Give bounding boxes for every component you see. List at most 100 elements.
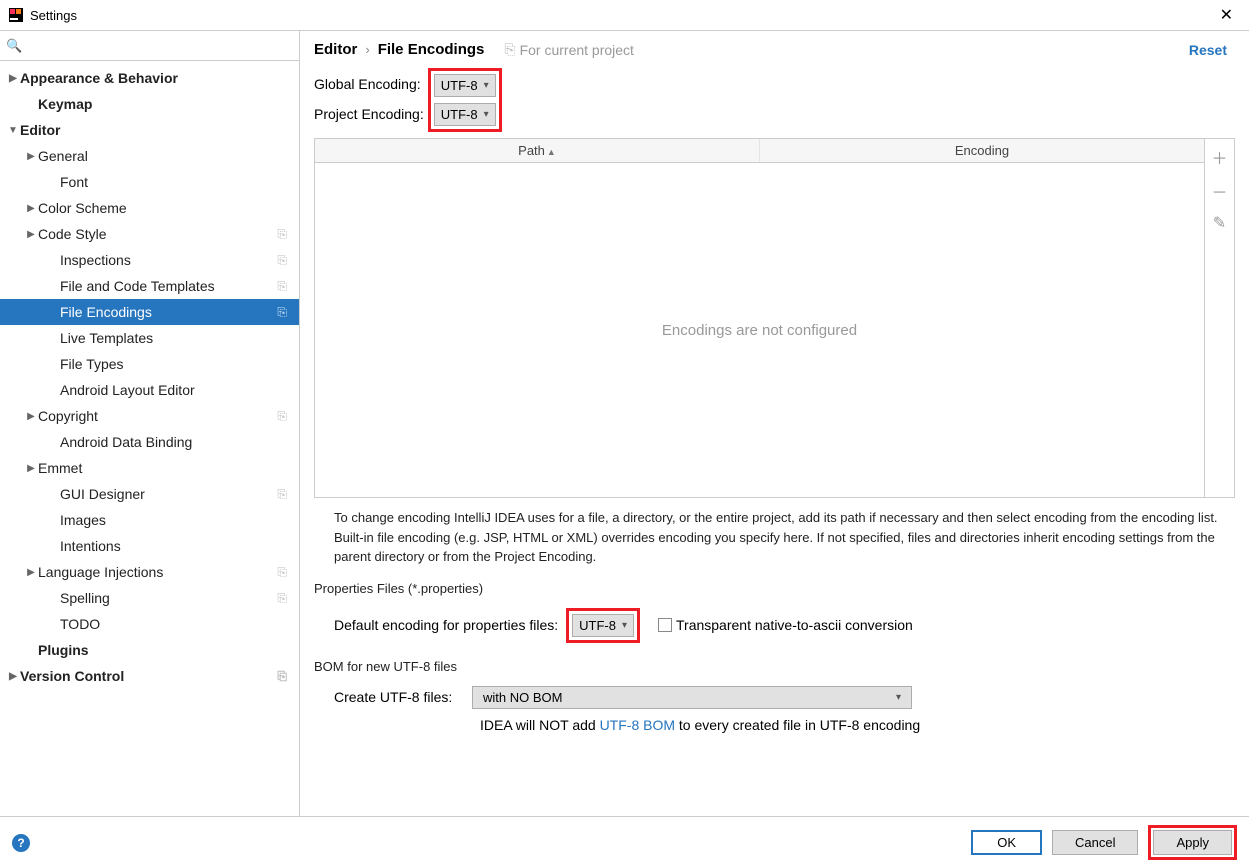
chevron-down-icon: ▾ — [622, 620, 627, 631]
close-icon[interactable]: ✕ — [1212, 5, 1241, 25]
for-current-project: ⎘For current project — [504, 41, 634, 58]
col-path[interactable]: Path▲ — [315, 139, 760, 162]
tree-item-todo[interactable]: TODO — [0, 611, 299, 637]
tree-item-file-types[interactable]: File Types — [0, 351, 299, 377]
tree-item-color-scheme[interactable]: ▶Color Scheme — [0, 195, 299, 221]
chevron-right-icon: ▶ — [6, 671, 20, 682]
tree-item-label: File Encodings — [60, 304, 152, 320]
tree-item-android-layout-editor[interactable]: Android Layout Editor — [0, 377, 299, 403]
tree-item-label: Images — [60, 512, 106, 528]
chevron-down-icon: ▾ — [484, 109, 489, 120]
tree-item-label: Copyright — [38, 408, 98, 424]
search-icon: 🔍 — [6, 38, 22, 54]
help-text: To change encoding IntelliJ IDEA uses fo… — [300, 498, 1249, 579]
app-icon — [8, 7, 24, 23]
search-input[interactable] — [26, 35, 293, 56]
create-utf8-select[interactable]: with NO BOM▾ — [472, 686, 912, 709]
reset-link[interactable]: Reset — [1189, 42, 1227, 58]
tree-item-label: GUI Designer — [60, 486, 145, 502]
project-badge-icon: ⎘ — [277, 669, 287, 684]
breadcrumb-part1: Editor — [314, 41, 357, 58]
tree-item-emmet[interactable]: ▶Emmet — [0, 455, 299, 481]
remove-row-icon[interactable]: － — [1211, 179, 1227, 203]
table-empty-text: Encodings are not configured — [315, 163, 1204, 497]
tree-item-keymap[interactable]: Keymap — [0, 91, 299, 117]
tree-item-label: Language Injections — [38, 564, 163, 580]
window-title: Settings — [30, 8, 77, 23]
tree-item-live-templates[interactable]: Live Templates — [0, 325, 299, 351]
bom-section-label: BOM for new UTF-8 files — [300, 657, 1249, 676]
tree-item-label: Keymap — [38, 96, 92, 112]
global-encoding-label: Global Encoding: — [314, 76, 424, 92]
tree-item-label: Color Scheme — [38, 200, 127, 216]
tree-item-images[interactable]: Images — [0, 507, 299, 533]
tree-item-appearance-behavior[interactable]: ▶Appearance & Behavior — [0, 65, 299, 91]
tree-item-intentions[interactable]: Intentions — [0, 533, 299, 559]
main-panel: Editor › File Encodings ⎘For current pro… — [300, 31, 1249, 816]
utf8-bom-link[interactable]: UTF-8 BOM — [600, 717, 675, 733]
chevron-down-icon: ▼ — [6, 125, 20, 136]
tree-item-label: Intentions — [60, 538, 121, 554]
tree-item-plugins[interactable]: Plugins — [0, 637, 299, 663]
chevron-right-icon: ▶ — [24, 229, 38, 240]
breadcrumb-part2: File Encodings — [378, 41, 485, 58]
chevron-right-icon: ▶ — [24, 411, 38, 422]
project-badge-icon: ⎘ — [277, 253, 287, 268]
tree-item-font[interactable]: Font — [0, 169, 299, 195]
tree-item-label: Spelling — [60, 590, 110, 606]
sidebar: 🔍 ▶Appearance & BehaviorKeymap▼Editor▶Ge… — [0, 31, 300, 816]
tree-item-label: General — [38, 148, 88, 164]
project-badge-icon: ⎘ — [277, 487, 287, 502]
title-bar: Settings ✕ — [0, 0, 1249, 30]
tree-item-label: Plugins — [38, 642, 89, 658]
tree-item-spelling[interactable]: Spelling ⎘ — [0, 585, 299, 611]
default-props-encoding-select[interactable]: UTF-8▾ — [572, 614, 634, 637]
chevron-down-icon: ▾ — [484, 80, 489, 91]
tree-item-label: Editor — [20, 122, 60, 138]
tree-item-label: Version Control — [20, 668, 124, 684]
tree-item-file-encodings[interactable]: File Encodings⎘ — [0, 299, 299, 325]
project-encoding-select[interactable]: UTF-8▾ — [434, 103, 496, 126]
chevron-right-icon: ▶ — [6, 73, 20, 84]
apply-button[interactable]: Apply — [1153, 830, 1232, 855]
project-badge-icon: ⎘ — [277, 591, 287, 606]
tree-item-label: Emmet — [38, 460, 82, 476]
tree-item-label: File Types — [60, 356, 124, 372]
col-encoding[interactable]: Encoding — [760, 139, 1204, 162]
chevron-right-icon: › — [365, 42, 369, 57]
tree-item-label: Live Templates — [60, 330, 153, 346]
chevron-right-icon: ▶ — [24, 463, 38, 474]
project-badge-icon: ⎘ — [277, 565, 287, 580]
tree-item-general[interactable]: ▶General — [0, 143, 299, 169]
project-badge-icon: ⎘ — [277, 227, 287, 242]
tree-item-file-and-code-templates[interactable]: File and Code Templates⎘ — [0, 273, 299, 299]
tree-item-inspections[interactable]: Inspections ⎘ — [0, 247, 299, 273]
transparent-ascii-checkbox[interactable] — [658, 618, 672, 632]
tree-item-editor[interactable]: ▼Editor — [0, 117, 299, 143]
chevron-right-icon: ▶ — [24, 203, 38, 214]
tree-item-language-injections[interactable]: ▶Language Injections ⎘ — [0, 559, 299, 585]
default-props-encoding-label: Default encoding for properties files: — [334, 617, 558, 633]
settings-tree: ▶Appearance & BehaviorKeymap▼Editor▶Gene… — [0, 61, 299, 816]
tree-item-android-data-binding[interactable]: Android Data Binding — [0, 429, 299, 455]
help-icon[interactable]: ? — [12, 834, 30, 852]
tree-item-label: File and Code Templates — [60, 278, 215, 294]
tree-item-gui-designer[interactable]: GUI Designer ⎘ — [0, 481, 299, 507]
tree-item-code-style[interactable]: ▶Code Style⎘ — [0, 221, 299, 247]
edit-row-icon[interactable]: ✎ — [1213, 213, 1226, 233]
ok-button[interactable]: OK — [971, 830, 1042, 855]
create-utf8-label: Create UTF-8 files: — [334, 689, 464, 705]
tree-item-label: Inspections — [60, 252, 131, 268]
transparent-ascii-label: Transparent native-to-ascii conversion — [676, 617, 913, 633]
global-encoding-select[interactable]: UTF-8▾ — [434, 74, 496, 97]
add-row-icon[interactable]: ＋ — [1211, 145, 1227, 169]
chevron-right-icon: ▶ — [24, 567, 38, 578]
tree-item-label: Android Data Binding — [60, 434, 192, 450]
properties-section-label: Properties Files (*.properties) — [300, 579, 1249, 598]
tree-item-version-control[interactable]: ▶Version Control ⎘ — [0, 663, 299, 689]
tree-item-label: Font — [60, 174, 88, 190]
chevron-down-icon: ▾ — [896, 692, 901, 703]
tree-item-copyright[interactable]: ▶Copyright⎘ — [0, 403, 299, 429]
cancel-button[interactable]: Cancel — [1052, 830, 1138, 855]
tree-item-label: TODO — [60, 616, 100, 632]
